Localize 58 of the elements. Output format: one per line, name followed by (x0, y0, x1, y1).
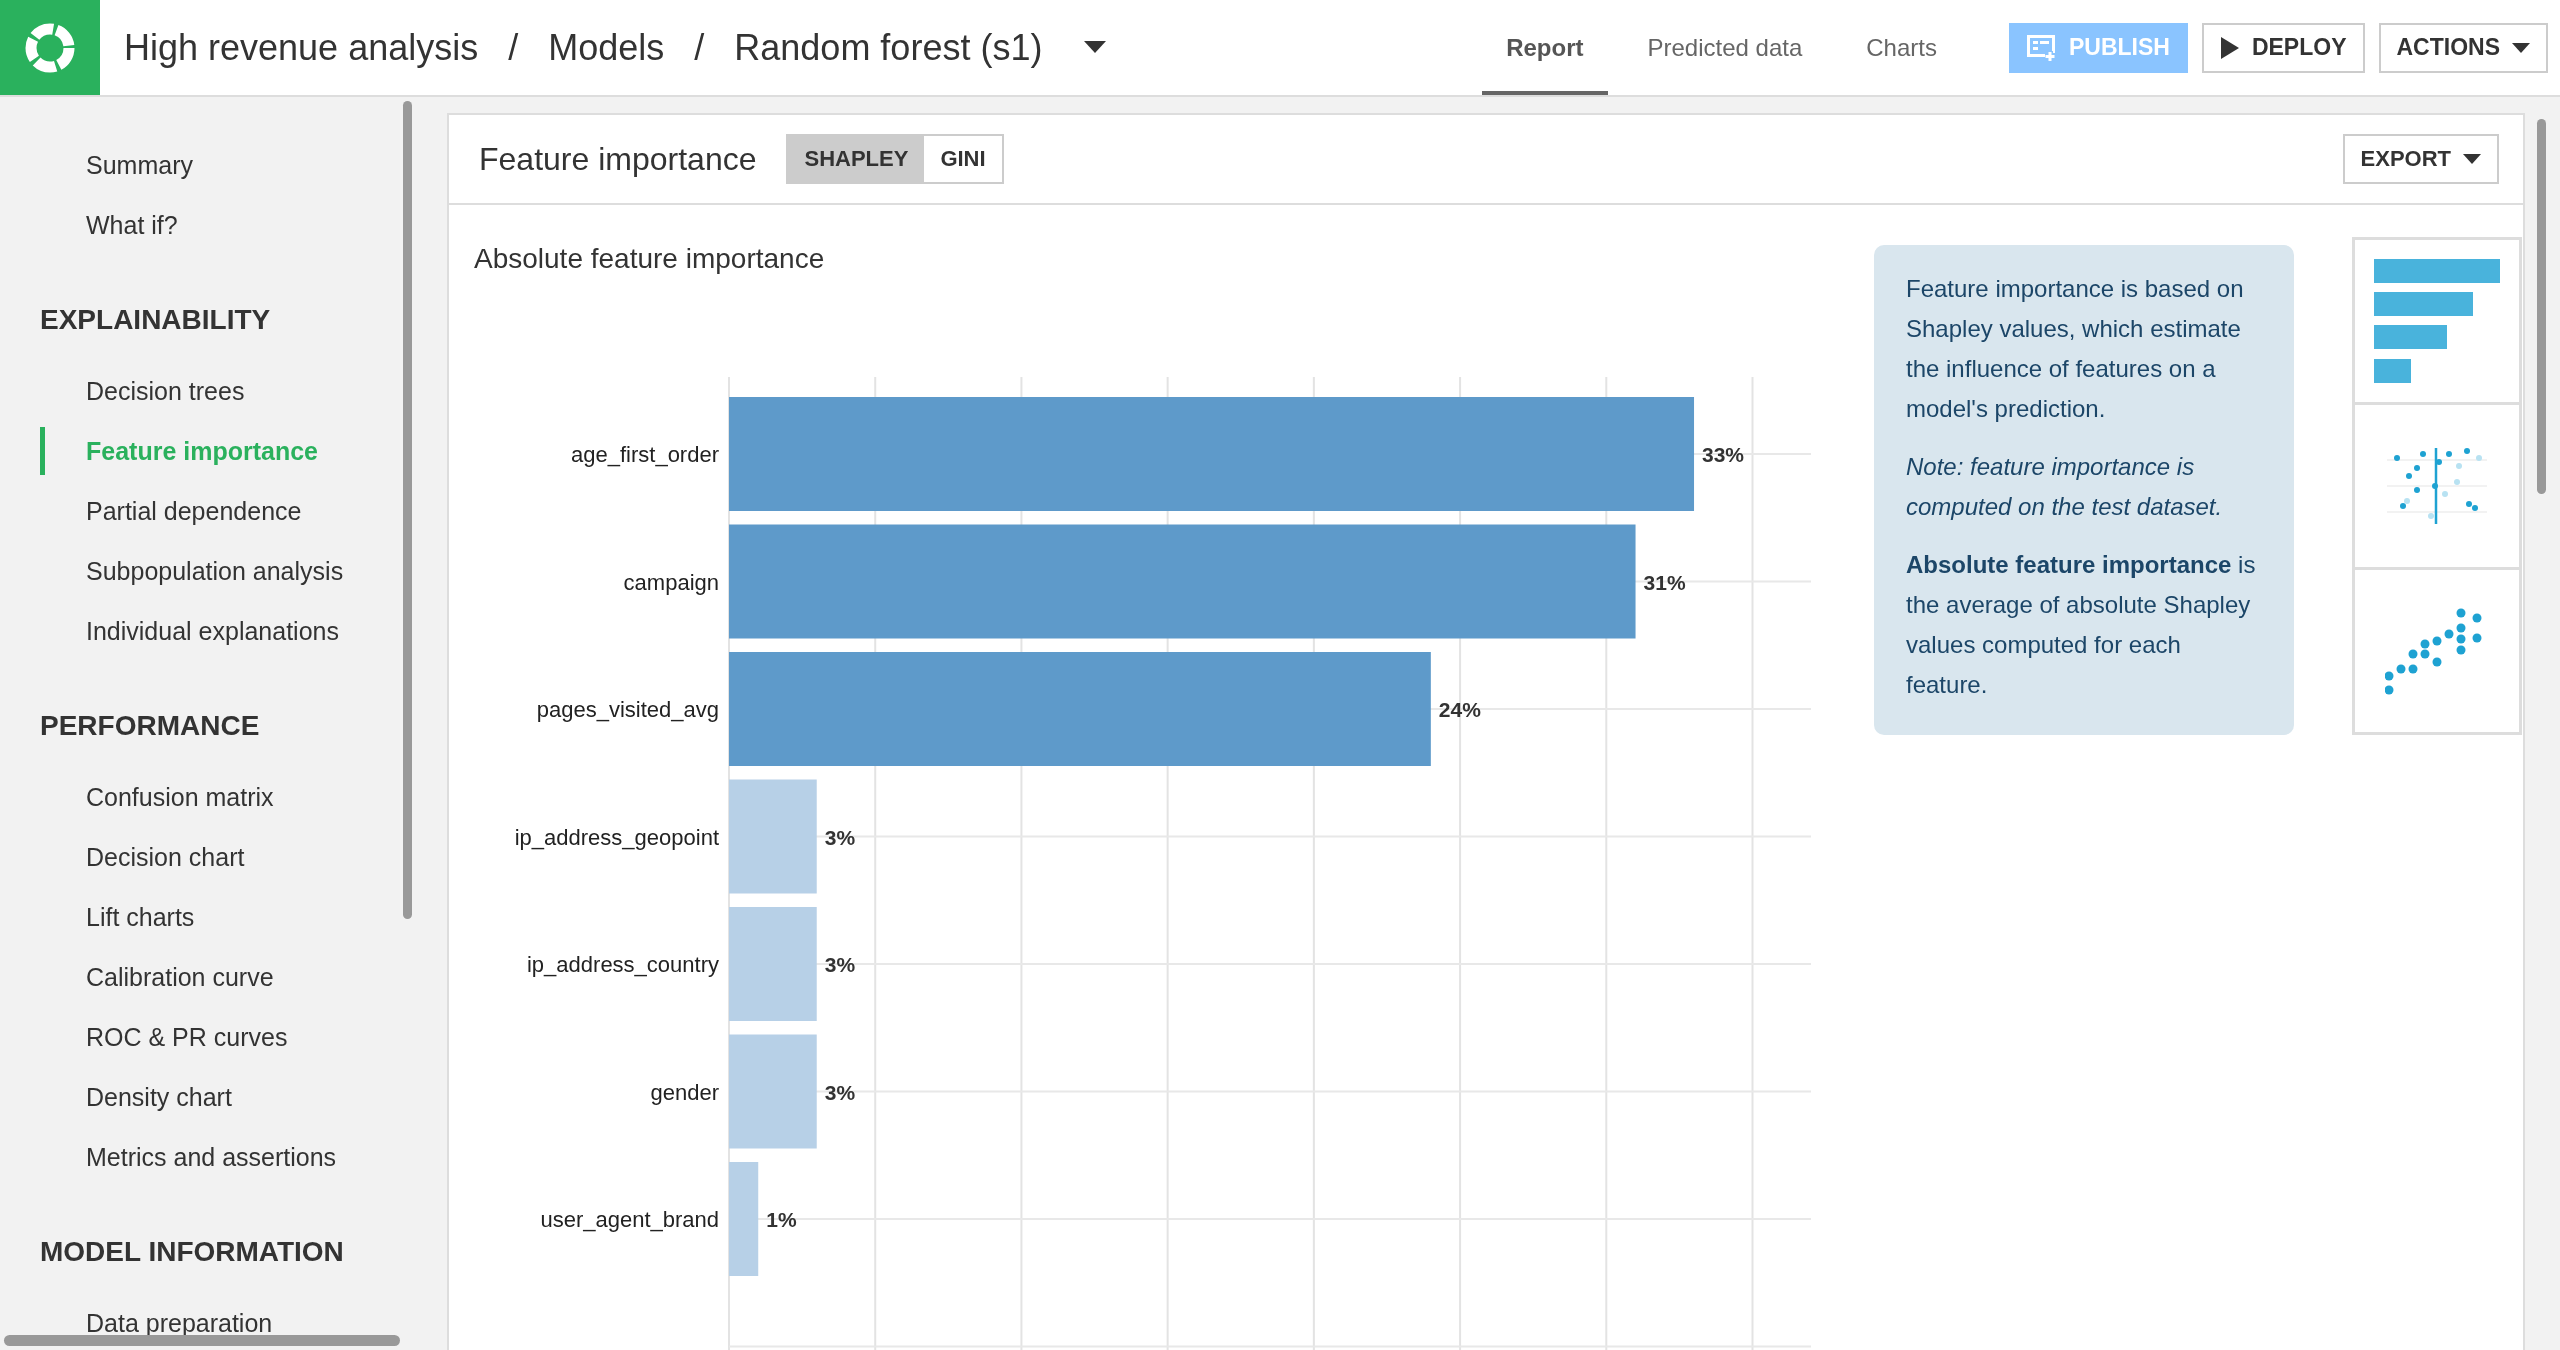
axis-label: pages_visited_avg (536, 697, 719, 722)
bar-chart-icon (2374, 259, 2500, 383)
sidebar-item[interactable]: Confusion matrix (0, 767, 420, 827)
sidebar-item[interactable]: Lift charts (0, 887, 420, 947)
sidebar-item[interactable]: Decision chart (0, 827, 420, 887)
sidebar-item[interactable]: Subpopulation analysis (0, 541, 420, 601)
tab[interactable]: Predicted data (1623, 0, 1827, 95)
play-icon (2219, 36, 2240, 59)
value-label: 3% (824, 953, 856, 976)
value-label: 33% (1702, 443, 1745, 466)
panel-title: Feature importance (479, 140, 757, 178)
value-label: 3% (824, 825, 856, 849)
sidebar-item[interactable]: Partial dependence (0, 481, 420, 541)
axis-label: user_agent_brand (540, 1207, 719, 1232)
sidebar-item[interactable]: ROC & PR curves (0, 1007, 420, 1067)
section-heading: PERFORMANCE (39, 709, 261, 743)
value-label: 31% (1643, 570, 1686, 594)
dot-plot-icon (2387, 446, 2487, 526)
caret-icon (2463, 154, 2481, 164)
sidebar-item[interactable]: Calibration curve (0, 947, 420, 1007)
app-logo[interactable] (0, 0, 100, 95)
sidebar-item[interactable]: Decision trees (0, 361, 420, 421)
sidebar-item[interactable]: Summary (0, 135, 420, 195)
axis-label: ip_address_geopoint (514, 824, 719, 850)
scrollbar[interactable] (2537, 119, 2546, 494)
caret-icon[interactable] (1084, 40, 1107, 55)
info-text: Note: feature importance is computed on the test dataset. (1906, 452, 2224, 522)
section-heading: EXPLAINABILITY (39, 303, 272, 337)
section-heading: MODEL INFORMATION (39, 1235, 345, 1269)
breadcrumb-separator: / (508, 26, 519, 69)
export-button[interactable]: EXPORT (2342, 134, 2499, 184)
value-label: 1% (766, 1208, 797, 1231)
scrollbar[interactable] (4, 1335, 400, 1346)
chart-title: Absolute feature importance (474, 243, 826, 275)
toggle-option[interactable]: SHAPLEY (788, 136, 925, 182)
axis-label: ip_address_country (527, 952, 719, 977)
info-text: Feature importance is based on Shapley values, which estimate the influence of features on a model's prediction. (1906, 274, 2245, 424)
dashboard-add-icon (2026, 34, 2057, 61)
sidebar-item[interactable]: Individual explanations (0, 601, 420, 661)
sidebar-item[interactable]: Data preparation (0, 1293, 420, 1350)
sidebar-item[interactable]: Metrics and assertions (0, 1127, 420, 1187)
deploy-button[interactable]: DEPLOY (2201, 22, 2365, 73)
breadcrumb-item[interactable]: Models (548, 26, 665, 69)
axis-label: gender (650, 1079, 719, 1105)
value-label: 3% (824, 1080, 856, 1104)
tab[interactable]: Charts (1842, 0, 1961, 95)
sidebar-item[interactable]: Density chart (0, 1067, 420, 1127)
breadcrumb-separator: / (694, 26, 705, 69)
value-label: 24% (1438, 698, 1481, 721)
scrollbar[interactable] (403, 101, 412, 919)
axis-label: age_first_order (571, 442, 719, 467)
breadcrumb-item[interactable]: Random forest (s1) (734, 26, 1043, 69)
caret-icon (2512, 42, 2530, 53)
breadcrumb-item[interactable]: High revenue analysis (124, 26, 479, 69)
info-text: Absolute feature importance is the average of absolute Shapley values computed for each feature. (1906, 550, 2257, 700)
sidebar-item[interactable]: What if? (0, 195, 420, 255)
actions-button[interactable]: ACTIONS (2378, 22, 2548, 73)
axis-label: campaign (623, 569, 719, 595)
